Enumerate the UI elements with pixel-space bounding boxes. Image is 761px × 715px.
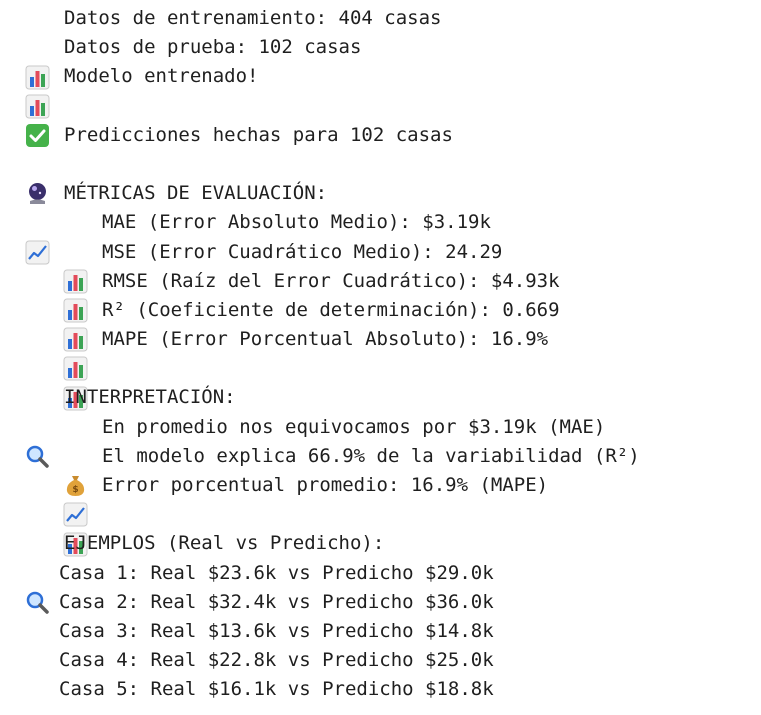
chart-increasing-icon (63, 444, 88, 527)
r2-line: R² (Coeficiente de determinación): 0.669 (0, 296, 761, 381)
example-line: Casa 2: Real $32.4k vs Predicho $36.0k (0, 588, 761, 617)
chart-increasing-icon (25, 181, 50, 265)
interp-mae-line: $ En promedio nos equivocamos por $3.19k… (0, 413, 761, 497)
train-text: Datos de entrenamiento: 404 casas (64, 7, 442, 29)
example-text: Casa 4: Real $22.8k vs Predicho $25.0k (59, 649, 494, 672)
crystal-ball-icon (25, 123, 50, 205)
bar-chart-icon (25, 6, 50, 89)
bar-chart-icon (63, 210, 88, 294)
bar-chart-icon (25, 35, 50, 119)
interp-r2-line: El modelo explica 66.9% de la variabilid… (0, 442, 761, 527)
magnifying-glass-icon (25, 386, 50, 468)
interp-mape-line: Error porcentual promedio: 16.9% (MAPE) (0, 471, 761, 556)
trained-text: Modelo entrenado! (64, 65, 259, 88)
interp-r2-text: El modelo explica 66.9% de la variabilid… (102, 444, 640, 467)
mae-text: MAE (Error Absoluto Medio): $3.19k (102, 211, 491, 234)
bar-chart-icon (63, 269, 88, 352)
money-bag-icon: $ (63, 415, 88, 497)
r2-text: R² (Coeficiente de determinación): 0.669 (102, 298, 560, 321)
interp-mae-text: En promedio nos equivocamos por $3.19k (… (102, 415, 606, 438)
predictions-line: Predicciones hechas para 102 casas (0, 121, 761, 205)
rmse-text: RMSE (Raíz del Error Cuadrático): $4.93k (102, 269, 560, 292)
metrics-header-line: MÉTRICAS DE EVALUACIÓN: (0, 179, 761, 265)
example-line: Casa 5: Real $16.1k vs Predicho $18.8k (0, 675, 761, 704)
mape-line: MAPE (Error Porcentual Absoluto): 16.9% (0, 325, 761, 411)
mse-line: MSE (Error Cuadrático Medio): 24.29 (0, 238, 761, 323)
train-line: Datos de entrenamiento: 404 casas (0, 4, 761, 89)
example-text: Casa 3: Real $13.6k vs Predicho $14.8k (59, 619, 494, 642)
trained-line: Modelo entrenado! (0, 62, 761, 147)
check-mark-icon (25, 64, 50, 147)
test-line: Datos de prueba: 102 casas (0, 33, 761, 119)
example-line: Casa 3: Real $13.6k vs Predicho $14.8k (0, 617, 761, 646)
interp-mape-text: Error porcentual promedio: 16.9% (MAPE) (102, 474, 549, 496)
examples-header-line: EJEMPLOS (Real vs Predicho): (0, 529, 761, 614)
metrics-header: MÉTRICAS DE EVALUACIÓN: (64, 182, 328, 205)
predictions-text: Predicciones hechas para 102 casas (64, 123, 453, 146)
bar-chart-icon (63, 473, 88, 556)
magnifying-glass-icon (25, 531, 50, 614)
mape-text: MAPE (Error Porcentual Absoluto): 16.9% (102, 328, 549, 351)
example-text: Casa 5: Real $16.1k vs Predicho $18.8k (59, 678, 494, 701)
example-line: Casa 1: Real $23.6k vs Predicho $29.0k (0, 559, 761, 588)
example-text: Casa 1: Real $23.6k vs Predicho $29.0k (59, 561, 494, 584)
interp-header: INTERPRETACIÓN: (64, 386, 236, 409)
example-text: Casa 2: Real $32.4k vs Predicho $36.0k (59, 590, 494, 613)
bar-chart-icon (63, 327, 88, 411)
mae-line: MAE (Error Absoluto Medio): $3.19k (0, 208, 761, 294)
rmse-line: RMSE (Raíz del Error Cuadrático): $4.93k (0, 267, 761, 352)
bar-chart-icon (63, 240, 88, 323)
mse-text: MSE (Error Cuadrático Medio): 24.29 (102, 240, 503, 263)
console-output: Datos de entrenamiento: 404 casas Datos … (0, 4, 761, 705)
bar-chart-icon (63, 298, 88, 381)
example-line: Casa 4: Real $22.8k vs Predicho $25.0k (0, 646, 761, 675)
examples-header: EJEMPLOS (Real vs Predicho): (64, 532, 385, 555)
interp-header-line: INTERPRETACIÓN: (0, 383, 761, 468)
test-text: Datos de prueba: 102 casas (64, 36, 362, 59)
